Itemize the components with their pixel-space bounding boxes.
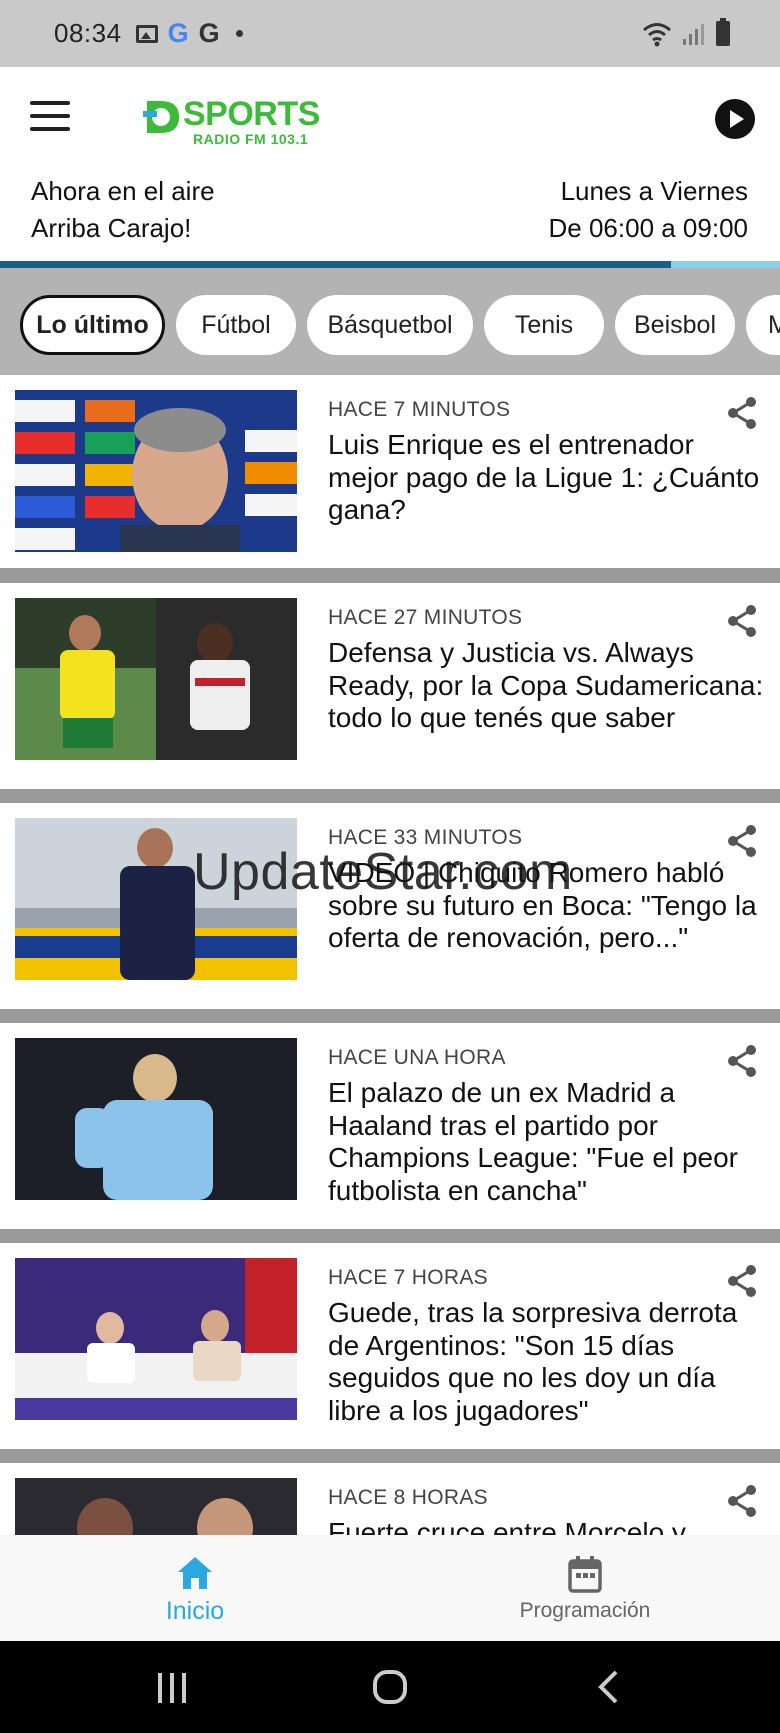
on-air-panel: Ahora en el aire Arriba Carajo! Lunes a …: [0, 167, 780, 261]
article-title[interactable]: VIDEO | Chiquito Romero habló sobre su f…: [328, 857, 768, 955]
show-progress-fill: [0, 261, 671, 268]
news-card[interactable]: HACE 7 MINUTOS Luis Enrique es el entren…: [0, 375, 780, 568]
home-button-icon[interactable]: [372, 1669, 408, 1705]
article-thumbnail[interactable]: [15, 390, 297, 552]
share-icon[interactable]: [724, 1043, 760, 1079]
tab-basquetbol[interactable]: Básquetbol: [307, 295, 473, 355]
play-icon[interactable]: [715, 99, 755, 139]
dsports-logo: SPORTS RADIO FM 103.1: [143, 95, 333, 147]
article-time: HACE 7 MINUTOS: [328, 398, 511, 421]
share-icon[interactable]: [724, 395, 760, 431]
dsports-d-icon: [143, 101, 179, 133]
gallery-icon: [135, 24, 158, 43]
article-title[interactable]: Luis Enrique es el entrenador mejor pago…: [328, 429, 768, 527]
article-time: HACE 33 MINUTOS: [328, 826, 523, 849]
tab-beisbol[interactable]: Beisbol: [615, 295, 735, 355]
news-card[interactable]: HACE 33 MINUTOS VIDEO | Chiquito Romero …: [0, 803, 780, 1009]
news-card[interactable]: HACE 27 MINUTOS Defensa y Justicia vs. A…: [0, 583, 780, 789]
schedule-days: Lunes a Viernes: [560, 176, 748, 206]
article-thumbnail[interactable]: [15, 598, 297, 760]
news-card[interactable]: HACE 7 HORAS Guede, tras la sorpresiva d…: [0, 1243, 780, 1449]
bottom-navigation: Inicio Programación: [0, 1535, 780, 1641]
category-tabs: Lo último Fútbol Básquetbol Tenis Beisbo…: [0, 268, 780, 375]
nav-programacion-label: Programación: [519, 1599, 651, 1622]
wifi-icon: [643, 22, 671, 46]
tab-tenis[interactable]: Tenis: [484, 295, 604, 355]
article-time: HACE 7 HORAS: [328, 1266, 488, 1289]
google-icon: G: [198, 18, 220, 48]
article-thumbnail[interactable]: [15, 1478, 297, 1535]
article-title[interactable]: Defensa y Justicia vs. Always Ready, por…: [328, 637, 768, 735]
on-air-show: Arriba Carajo!: [31, 213, 192, 243]
article-thumbnail[interactable]: [15, 1038, 297, 1200]
home-icon: [178, 1557, 212, 1589]
battery-icon: [716, 18, 730, 46]
news-feed[interactable]: HACE 7 MINUTOS Luis Enrique es el entren…: [0, 375, 780, 1535]
system-navigation-bar: [0, 1641, 780, 1733]
article-thumbnail[interactable]: [15, 1258, 297, 1420]
article-time: HACE 27 MINUTOS: [328, 606, 523, 629]
nav-inicio-label: Inicio: [165, 1597, 225, 1625]
article-time: HACE UNA HORA: [328, 1046, 506, 1069]
news-card[interactable]: HACE 8 HORAS Fuerte cruce entre Morcelo …: [0, 1463, 780, 1535]
news-card[interactable]: HACE UNA HORA El palazo de un ex Madrid …: [0, 1023, 780, 1229]
schedule-hours: De 06:00 a 09:00: [548, 213, 749, 243]
logo-subtitle: RADIO FM 103.1: [193, 131, 309, 147]
logo-text: SPORTS: [183, 95, 320, 133]
dot-icon: [235, 30, 243, 37]
share-icon[interactable]: [724, 603, 760, 639]
share-icon[interactable]: [724, 1483, 760, 1519]
tab-futbol[interactable]: Fútbol: [176, 295, 296, 355]
google-color-icon: G: [167, 18, 189, 48]
status-bar: 08:34 G G: [0, 0, 780, 67]
back-icon[interactable]: [596, 1669, 620, 1705]
share-icon[interactable]: [724, 823, 760, 859]
status-time: 08:34: [54, 18, 122, 48]
article-title[interactable]: Fuerte cruce entre Morcelo y: [328, 1517, 768, 1535]
on-air-label: Ahora en el aire: [31, 176, 215, 206]
tab-lo-ultimo[interactable]: Lo último: [20, 295, 165, 355]
recent-apps-icon[interactable]: [156, 1671, 188, 1705]
article-thumbnail[interactable]: [15, 818, 297, 980]
show-progress-bar: [0, 261, 780, 268]
nav-programacion[interactable]: Programación: [485, 1555, 685, 1623]
tab-more[interactable]: M: [746, 295, 780, 355]
article-time: HACE 8 HORAS: [328, 1486, 488, 1509]
article-title[interactable]: Guede, tras la sorpresiva derrota de Arg…: [328, 1297, 768, 1427]
article-title[interactable]: El palazo de un ex Madrid a Haaland tras…: [328, 1077, 768, 1207]
signal-icon: [683, 23, 704, 45]
nav-inicio[interactable]: Inicio: [95, 1555, 295, 1626]
hamburger-menu-icon[interactable]: [30, 101, 70, 131]
app-header: SPORTS RADIO FM 103.1: [0, 67, 780, 167]
calendar-icon: [568, 1556, 602, 1593]
share-icon[interactable]: [724, 1263, 760, 1299]
